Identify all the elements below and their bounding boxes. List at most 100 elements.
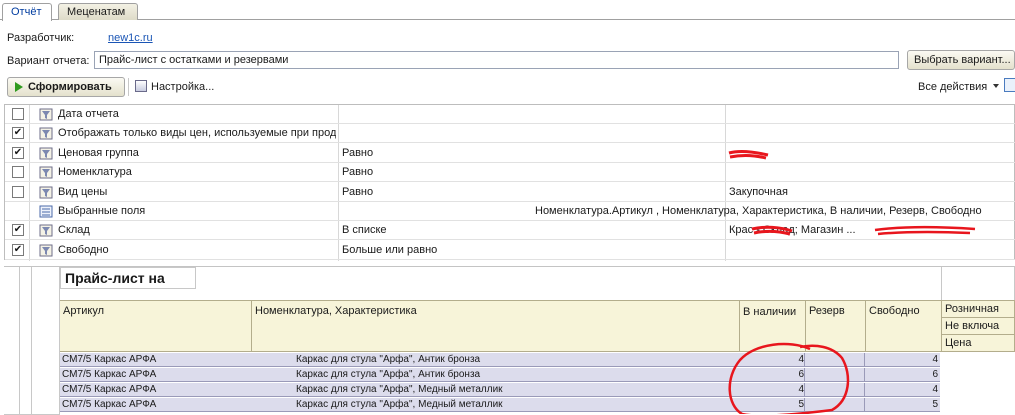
all-actions-label: Все действия [918, 81, 988, 93]
play-icon [15, 82, 23, 92]
settings-field: Склад [58, 224, 90, 237]
developer-link[interactable]: new1c.ru [108, 32, 153, 44]
filter-icon [39, 108, 53, 121]
cell-name: Каркас для стула "Арфа", Медный металлик [296, 384, 503, 395]
all-actions-button[interactable]: Все действия [918, 81, 1000, 93]
settings-row[interactable]: ✔ Склад В списке Крас - Склад; Магазин ... [5, 221, 1015, 241]
settings-condition[interactable]: Равно [342, 186, 722, 198]
settings-field: Выбранные поля [58, 205, 146, 217]
settings-condition[interactable]: Равно [342, 147, 722, 159]
settings-button[interactable]: Настройка... [135, 80, 214, 93]
cell-divider [804, 398, 805, 412]
cell-article: СМ7/5 Каркас АРФА [62, 384, 157, 395]
settings-checkbox[interactable] [12, 185, 24, 198]
settings-condition[interactable]: Больше или равно [342, 244, 722, 256]
cell-divider [864, 383, 865, 397]
tab-patrons[interactable]: Меценатам [58, 3, 138, 20]
settings-field: Свободно [58, 243, 109, 256]
settings-row[interactable]: Номенклатура Равно [5, 163, 1015, 183]
title-spacer [196, 267, 942, 300]
tab-report[interactable]: Отчёт [2, 3, 52, 21]
cell-in-stock: 6 [798, 369, 804, 380]
developer-label: Разработчик: [7, 32, 75, 44]
table-row[interactable]: СМ7/5 Каркас АРФА Каркас для стула "Арфа"… [60, 368, 940, 382]
toolbar-separator [128, 78, 129, 96]
header-reserve: Резерв [806, 300, 866, 352]
settings-icon [135, 80, 147, 92]
cell-free: 4 [932, 384, 938, 395]
settings-value[interactable]: Номенклатура.Артикул , Номенклатура, Хар… [535, 205, 1013, 217]
header-price: Цена [942, 335, 1015, 352]
cell-free: 5 [932, 399, 938, 410]
gutter-column [4, 267, 20, 415]
filter-icon [39, 224, 53, 237]
settings-field: Дата отчета [58, 108, 119, 120]
generate-label: Сформировать [28, 81, 112, 93]
settings-table: Дата отчета ✔ Отображать только виды цен, … [4, 104, 1015, 261]
tab-bar: Отчёт Меценатам [0, 0, 1015, 21]
settings-checkbox[interactable]: ✔ [12, 146, 24, 159]
table-row[interactable]: СМ7/5 Каркас АРФА Каркас для стула "Арфа"… [60, 383, 940, 397]
settings-row[interactable]: Дата отчета [5, 105, 1015, 124]
report-title: Прайс-лист на [60, 267, 196, 289]
settings-checkbox[interactable] [12, 108, 24, 120]
cell-divider [804, 383, 805, 397]
choose-variant-button[interactable]: Выбрать вариант... [907, 50, 1015, 70]
gutter-column [20, 267, 32, 415]
header-retail-sub: Не включа [942, 318, 1015, 335]
cell-divider [804, 368, 805, 382]
settings-row[interactable]: ✔ Отображать только виды цен, используемы… [5, 124, 1015, 144]
settings-field: Ценовая группа [58, 146, 139, 159]
settings-checkbox[interactable]: ✔ [12, 127, 24, 140]
cell-article: СМ7/5 Каркас АРФА [62, 354, 157, 365]
settings-row[interactable]: ✔ Ценовая группа Равно [5, 144, 1015, 163]
generate-button[interactable]: Сформировать [7, 77, 125, 97]
settings-row[interactable]: Выбранные поля Номенклатура.Артикул , Ном… [5, 202, 1015, 221]
settings-checkbox[interactable]: ✔ [12, 243, 24, 256]
cell-name: Каркас для стула "Арфа", Медный металлик [296, 399, 503, 410]
cell-article: СМ7/5 Каркас АРФА [62, 399, 157, 410]
dropdown-icon [993, 84, 1000, 88]
table-row[interactable]: СМ7/5 Каркас АРФА Каркас для стула "Арфа"… [60, 353, 940, 367]
cell-divider [864, 353, 865, 367]
help-icon[interactable] [1004, 78, 1015, 95]
header-free: Свободно [866, 300, 942, 352]
filter-icon [39, 127, 53, 140]
variant-label: Вариант отчета: [7, 55, 90, 67]
cell-name: Каркас для стула "Арфа", Антик бронза [296, 369, 481, 380]
filter-icon [39, 186, 53, 199]
header-article: Артикул [60, 300, 252, 352]
settings-field: Номенклатура [58, 166, 132, 179]
settings-field: Отображать только виды цен, используемые… [58, 127, 336, 140]
settings-condition[interactable]: Равно [342, 166, 722, 178]
cell-free: 4 [932, 354, 938, 365]
fields-icon [39, 205, 53, 218]
settings-value[interactable]: Закупочная [729, 186, 1013, 198]
settings-row[interactable]: ✔ Свободно Больше или равно [5, 241, 1015, 260]
settings-condition[interactable]: В списке [342, 224, 722, 236]
cell-name: Каркас для стула "Арфа", Антик бронза [296, 354, 481, 365]
settings-field: Вид цены [58, 185, 108, 198]
settings-label: Настройка... [151, 81, 215, 93]
variant-field[interactable]: Прайс-лист с остатками и резервами [94, 51, 899, 69]
settings-checkbox[interactable]: ✔ [12, 224, 24, 237]
settings-row[interactable]: Вид цены Равно Закупочная [5, 183, 1015, 202]
report-area: Прайс-лист на Артикул Номенклатура, Хара… [4, 266, 1015, 415]
filter-icon [39, 147, 53, 160]
settings-value[interactable]: Крас - Склад; Магазин ... [729, 224, 1013, 236]
gutter-column [32, 267, 60, 415]
settings-checkbox[interactable] [12, 166, 24, 179]
header-retail: Розничная [942, 300, 1015, 318]
cell-divider [864, 368, 865, 382]
cell-in-stock: 4 [798, 384, 804, 395]
header-nomenclature: Номенклатура, Характеристика [252, 300, 740, 352]
table-row[interactable]: СМ7/5 Каркас АРФА Каркас для стула "Арфа"… [60, 398, 940, 412]
cell-article: СМ7/5 Каркас АРФА [62, 369, 157, 380]
filter-icon [39, 244, 53, 257]
cell-in-stock: 4 [798, 354, 804, 365]
filter-icon [39, 166, 53, 179]
header-in-stock: В наличии [740, 300, 806, 352]
cell-divider [864, 398, 865, 412]
cell-in-stock: 5 [798, 399, 804, 410]
cell-divider [804, 353, 805, 367]
